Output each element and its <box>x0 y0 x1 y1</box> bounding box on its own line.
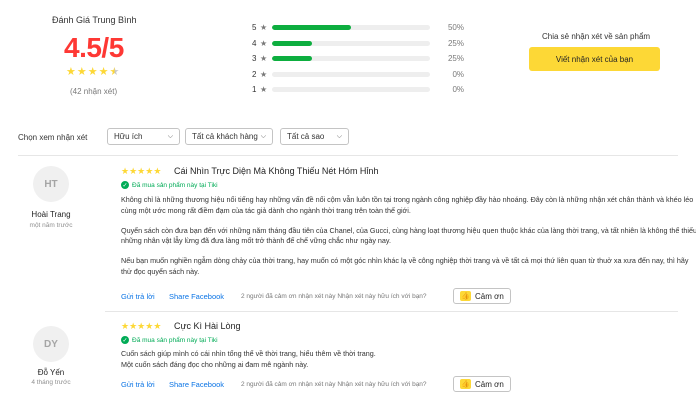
thanks-label: Cảm ơn <box>475 379 504 389</box>
star-icon: ★ <box>137 166 146 176</box>
half-star-icon: ★ <box>109 66 120 78</box>
rating-percent: 25% <box>447 38 464 48</box>
rating-bar <box>272 87 430 93</box>
avatar: DY <box>33 326 69 362</box>
star-icon: ★ <box>121 166 130 176</box>
rating-bar-fill <box>272 56 312 62</box>
review-count: (42 nhận xét) <box>70 87 118 96</box>
star-icon: ★ <box>129 166 138 176</box>
average-stars: ★ ★ ★ ★ ★ <box>66 67 119 78</box>
thanks-label: Cảm ơn <box>475 291 504 301</box>
star-icon: ★ <box>137 321 146 331</box>
average-score: 4.5/5 <box>64 32 124 63</box>
star-icon: ★ <box>98 66 109 78</box>
review-paragraph: Quyển sách còn đưa bạn đến với những năm… <box>121 225 696 246</box>
reply-link[interactable]: Gửi trả lời <box>121 292 155 301</box>
star-filter-select[interactable]: Tất cả sao ⌵ <box>280 128 349 145</box>
chevron-down-icon: ⌵ <box>260 132 266 140</box>
reviewer-name: Đỗ Yến <box>37 368 65 377</box>
rating-row: 4 ★ 25% <box>252 36 472 52</box>
rating-bar-fill <box>272 40 312 46</box>
thanks-button[interactable]: 👍 Cảm ơn <box>453 376 511 392</box>
check-icon: ✓ <box>121 336 129 344</box>
check-icon: ✓ <box>121 181 129 189</box>
rating-bar <box>272 25 430 31</box>
review-stars: ★ ★ ★ ★ ★ <box>121 167 161 176</box>
review-body: Cuốn sách giúp mình có cái nhìn tổng thể… <box>121 349 696 371</box>
rating-bar <box>272 71 430 77</box>
share-review-label: Chia sẻ nhận xét về sản phẩm <box>542 32 651 41</box>
write-review-button[interactable]: Viết nhận xét của bạn <box>529 47 660 71</box>
reviewer-name: Hoài Trang <box>31 210 71 219</box>
thumbs-up-icon: 👍 <box>460 379 471 389</box>
thumbs-up-icon: 👍 <box>460 291 471 301</box>
star-icon: ★ <box>87 66 98 78</box>
share-facebook-link[interactable]: Share Facebook <box>169 292 224 301</box>
rating-bar <box>272 56 430 62</box>
rating-row: 5 ★ 50% <box>252 20 472 36</box>
helpful-text: 2 người đã cảm ơn nhận xét này Nhận xét … <box>241 381 427 388</box>
review-title: Cái Nhìn Trực Diện Mà Không Thiếu Nét Hó… <box>174 166 379 176</box>
star-icon: ★ <box>129 321 138 331</box>
sort-select-value: Hữu ích <box>114 132 143 141</box>
star-icon: ★ <box>121 321 130 331</box>
customer-filter-select[interactable]: Tất cả khách hàng ⌵ <box>185 128 273 145</box>
review-body: Không chỉ là những thương hiệu nổi tiếng… <box>121 195 696 287</box>
sort-select[interactable]: Hữu ích ⌵ <box>107 128 180 145</box>
average-rating-label: Đánh Giá Trung Bình <box>52 15 137 25</box>
star-icon: ★ <box>260 85 268 95</box>
avatar: HT <box>33 166 69 202</box>
star-icon: ★ <box>153 321 162 331</box>
rating-row: 3 ★ 25% <box>252 51 472 67</box>
rating-percent: 0% <box>452 69 464 79</box>
star-icon: ★ <box>260 38 268 48</box>
star-icon: ★ <box>76 66 87 78</box>
star-icon: ★ <box>260 54 268 64</box>
verified-purchase: ✓ Đã mua sản phẩm này tại Tiki <box>121 181 218 189</box>
rating-percent: 25% <box>447 54 464 64</box>
divider <box>105 311 678 312</box>
filter-label: Chọn xem nhận xét <box>18 133 88 142</box>
rating-row: 2 ★ 0% <box>252 67 472 83</box>
star-icon: ★ <box>145 166 154 176</box>
review-paragraph: Cuốn sách giúp mình có cái nhìn tổng thể… <box>121 349 376 358</box>
star-icon: ★ <box>260 69 268 79</box>
customer-filter-value: Tất cả khách hàng <box>192 132 258 141</box>
star-filter-value: Tất cả sao <box>287 132 325 141</box>
rating-percent: 0% <box>452 85 464 95</box>
verified-purchase: ✓ Đã mua sản phẩm này tại Tiki <box>121 336 218 344</box>
star-icon: ★ <box>260 23 268 33</box>
helpful-text: 2 người đã cảm ơn nhận xét này Nhận xét … <box>241 293 427 300</box>
chevron-down-icon: ⌵ <box>336 132 342 140</box>
review-stars: ★ ★ ★ ★ ★ <box>121 322 161 331</box>
review-title: Cực Kì Hài Lòng <box>174 321 241 331</box>
rating-distribution: 5 ★ 50% 4 ★ 25% 3 ★ 25% 2 ★ 0% 1 ★ 0% <box>252 20 472 98</box>
star-icon: ★ <box>145 321 154 331</box>
rating-level: 4 <box>252 38 257 48</box>
reviewer-time: một năm trước <box>29 222 73 229</box>
thanks-button[interactable]: 👍 Cảm ơn <box>453 288 511 304</box>
star-icon: ★ <box>66 66 76 78</box>
rating-level: 2 <box>252 69 257 79</box>
rating-bar <box>272 40 430 46</box>
rating-bar-fill <box>272 25 351 31</box>
reply-link[interactable]: Gửi trả lời <box>121 380 155 389</box>
rating-level: 1 <box>252 85 257 95</box>
reviewer-time: 4 tháng trước <box>31 379 71 386</box>
review-paragraph: Một cuốn sách đáng đọc cho những ai đam … <box>121 359 309 369</box>
share-facebook-link[interactable]: Share Facebook <box>169 380 224 389</box>
review-paragraph: Không chỉ là những thương hiệu nổi tiếng… <box>121 195 694 215</box>
star-icon: ★ <box>153 166 162 176</box>
verified-text: Đã mua sản phẩm này tại Tiki <box>132 336 218 344</box>
divider <box>18 155 678 156</box>
rating-level: 3 <box>252 54 257 64</box>
rating-row: 1 ★ 0% <box>252 82 472 98</box>
chevron-down-icon: ⌵ <box>167 132 173 140</box>
rating-level: 5 <box>252 23 257 33</box>
review-paragraph: Nếu bạn muốn nghiền ngẫm dòng chảy của t… <box>121 256 689 276</box>
rating-percent: 50% <box>447 23 464 33</box>
verified-text: Đã mua sản phẩm này tại Tiki <box>132 181 218 189</box>
